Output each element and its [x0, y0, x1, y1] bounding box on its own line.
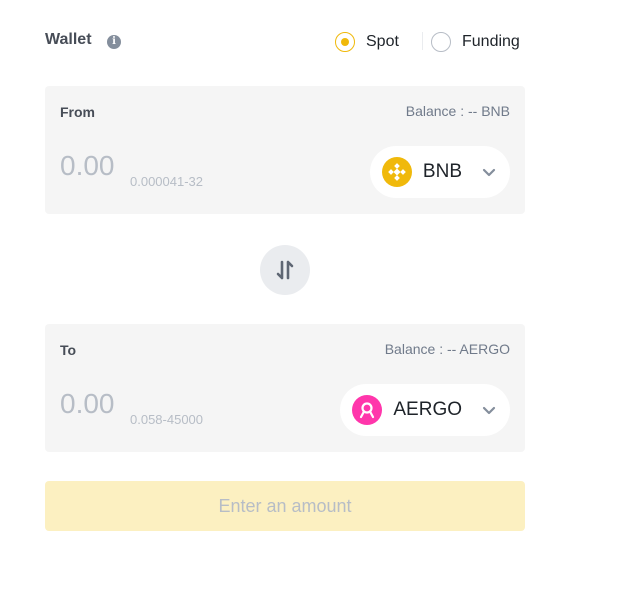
funding-label: Funding [462, 33, 520, 50]
enter-amount-button[interactable]: Enter an amount [45, 481, 525, 531]
to-balance: Balance : -- AERGO [384, 341, 510, 357]
spot-radio-button[interactable] [335, 32, 355, 52]
to-coin-select[interactable]: AERGO [340, 384, 510, 436]
from-coin-select[interactable]: BNB [369, 146, 510, 198]
to-range-hint: 0.058-45000 [130, 412, 204, 427]
from-coin-symbol: BNB [422, 161, 462, 182]
spot-label: Spot [366, 33, 399, 50]
to-label: To [60, 342, 77, 358]
to-coin-symbol: AERGO [393, 399, 462, 420]
aergo-coin-icon [352, 395, 383, 425]
info-icon[interactable]: i [107, 35, 121, 49]
wallet-label: Wallet [45, 31, 92, 48]
bnb-coin-icon [381, 157, 412, 187]
wallet-selector: Wallet i Spot Funding [45, 30, 525, 54]
from-panel: From Balance : -- BNB 0.000041-32 BNB [45, 86, 525, 214]
radio-option-spot[interactable]: Spot [335, 30, 399, 54]
from-range-hint: 0.000041-32 [130, 174, 204, 189]
to-panel: To Balance : -- AERGO 0.058-45000 AERGO [45, 324, 525, 452]
swap-direction-button[interactable] [260, 245, 310, 295]
chevron-down-icon [482, 168, 496, 177]
funding-radio-button[interactable] [431, 32, 451, 52]
swap-arrows-icon [276, 260, 294, 280]
chevron-down-icon [482, 406, 496, 415]
radio-divider [422, 32, 423, 50]
from-amount-input[interactable] [60, 150, 120, 182]
radio-option-funding[interactable]: Funding [431, 30, 520, 54]
to-amount-input[interactable] [60, 388, 120, 420]
from-label: From [60, 104, 95, 120]
from-balance: Balance : -- BNB [405, 103, 510, 119]
